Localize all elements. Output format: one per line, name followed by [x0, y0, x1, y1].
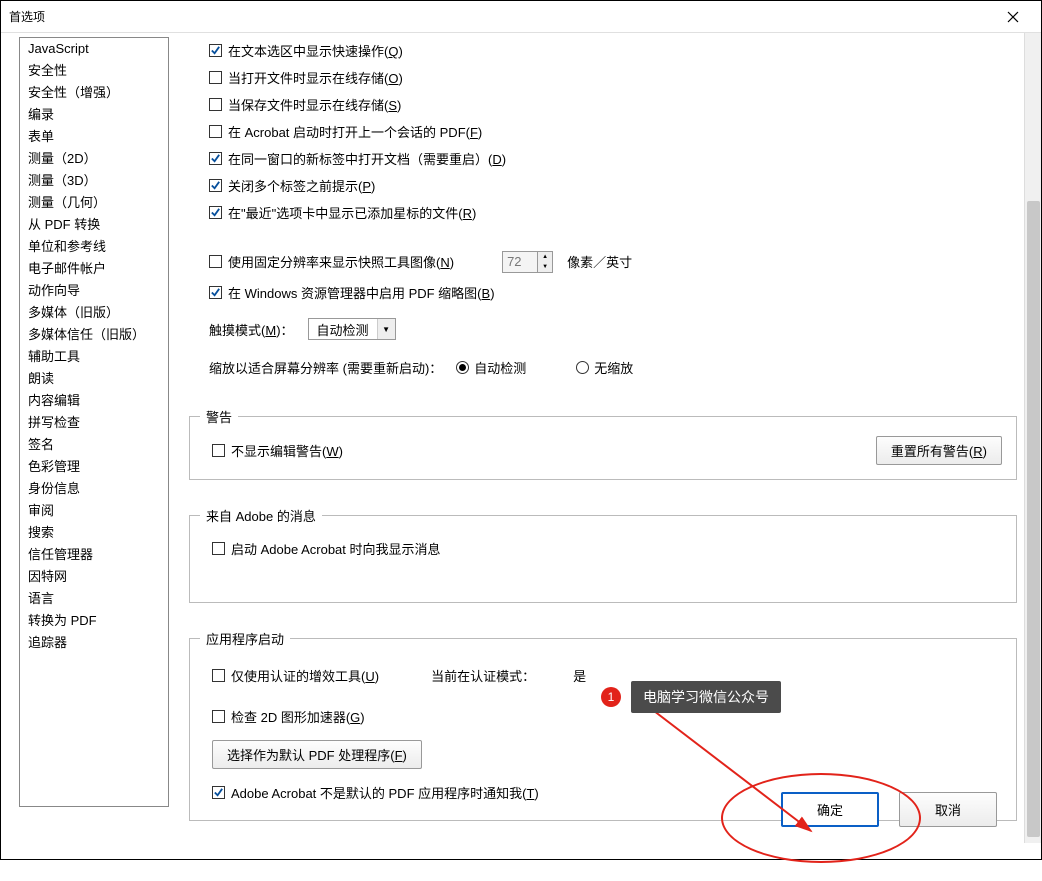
spinner[interactable]: ▲▼ [537, 252, 552, 272]
sidebar-item[interactable]: 编录 [20, 104, 168, 126]
chk-text-selection-quick-actions[interactable]: 在文本选区中显示快速操作(Q) [209, 37, 1017, 64]
checkbox-icon [209, 98, 222, 111]
checkbox-icon [212, 669, 225, 682]
sidebar-item[interactable]: 搜索 [20, 522, 168, 544]
row-zoom-mode: 缩放以适合屏幕分辨率 (需要重新启动)： 自动检测 无缩放 [209, 354, 1017, 381]
chk-show-starred-recent[interactable]: 在"最近"选项卡中显示已添加星标的文件(R) [209, 199, 1017, 226]
window-title: 首选项 [9, 8, 993, 25]
scrollbar[interactable] [1024, 33, 1041, 843]
sidebar-item[interactable]: 测量（2D） [20, 148, 168, 170]
chk-show-adobe-messages[interactable]: 启动 Adobe Acrobat 时向我显示消息 [212, 535, 1002, 562]
sidebar-item[interactable]: 签名 [20, 434, 168, 456]
group-adobe-messages: 来自 Adobe 的消息 启动 Adobe Acrobat 时向我显示消息 [189, 506, 1017, 603]
checkbox-icon [209, 206, 222, 219]
sidebar-item[interactable]: 辅助工具 [20, 346, 168, 368]
sidebar-item[interactable]: 多媒体（旧版） [20, 302, 168, 324]
sidebar-item[interactable]: 因特网 [20, 566, 168, 588]
sidebar-item[interactable]: 色彩管理 [20, 456, 168, 478]
radio-auto-detect[interactable]: 自动检测 [456, 358, 526, 377]
sidebar-item[interactable]: 安全性 [20, 60, 168, 82]
auth-mode-value: 是 [573, 666, 586, 685]
sidebar-item[interactable]: 动作向导 [20, 280, 168, 302]
row-fixed-resolution: 使用固定分辨率来显示快照工具图像(N) ▲▼ 像素／英寸 [209, 244, 1017, 279]
sidebar-item[interactable]: 表单 [20, 126, 168, 148]
legend-adobe-messages: 来自 Adobe 的消息 [200, 506, 322, 525]
sidebar-item[interactable]: 朗读 [20, 368, 168, 390]
resolution-field[interactable] [503, 254, 537, 269]
checkbox-icon [212, 444, 225, 457]
row-touch-mode: 触摸模式(M)： 自动检测 ▼ [209, 314, 1017, 344]
checkbox-icon [209, 125, 222, 138]
resolution-unit: 像素／英寸 [567, 252, 632, 271]
checkbox-icon [209, 179, 222, 192]
scrollbar-thumb[interactable] [1027, 201, 1040, 837]
sidebar-item[interactable]: 电子邮件帐户 [20, 258, 168, 280]
close-button[interactable] [993, 2, 1033, 32]
touch-mode-value: 自动检测 [309, 320, 377, 339]
chk-open-online-storage[interactable]: 当打开文件时显示在线存储(O) [209, 64, 1017, 91]
sidebar-item[interactable]: 审阅 [20, 500, 168, 522]
sidebar-item[interactable]: 从 PDF 转换 [20, 214, 168, 236]
chk-prompt-close-tabs[interactable]: 关闭多个标签之前提示(P) [209, 172, 1017, 199]
chevron-down-icon: ▼ [377, 319, 395, 339]
checkbox-icon [212, 710, 225, 723]
ok-button[interactable]: 确定 [781, 792, 879, 827]
checkbox-icon [212, 542, 225, 555]
checkbox-icon [209, 71, 222, 84]
checkbox-icon [209, 44, 222, 57]
sidebar-item[interactable]: JavaScript [20, 38, 168, 60]
sidebar-item[interactable]: 转换为 PDF [20, 610, 168, 632]
sidebar-item[interactable]: 多媒体信任（旧版） [20, 324, 168, 346]
chk-hide-edit-warning[interactable]: 不显示编辑警告(W) [212, 437, 343, 464]
touch-mode-select[interactable]: 自动检测 ▼ [308, 318, 396, 340]
sidebar-item[interactable]: 拼写检查 [20, 412, 168, 434]
sidebar[interactable]: JavaScript安全性安全性（增强）编录表单测量（2D）测量（3D）测量（几… [19, 37, 169, 807]
sidebar-item[interactable]: 信任管理器 [20, 544, 168, 566]
radio-no-zoom[interactable]: 无缩放 [576, 358, 633, 377]
radio-icon [456, 361, 469, 374]
footer-buttons: 确定 取消 [781, 792, 997, 827]
body: JavaScript安全性安全性（增强）编录表单测量（2D）测量（3D）测量（几… [1, 33, 1041, 859]
reset-warnings-button[interactable]: 重置所有警告(R) [876, 436, 1002, 465]
annotation: 1 电脑学习微信公众号 [601, 681, 781, 713]
chk-reopen-last-session[interactable]: 在 Acrobat 启动时打开上一个会话的 PDF(F) [209, 118, 1017, 145]
checkbox-icon [212, 786, 225, 799]
legend-app-startup: 应用程序启动 [200, 629, 290, 648]
touch-label: 触摸模式(M)： [209, 320, 294, 339]
spin-up-icon[interactable]: ▲ [538, 252, 552, 262]
group-warning: 警告 不显示编辑警告(W) 重置所有警告(R) [189, 407, 1017, 480]
zoom-label: 缩放以适合屏幕分辨率 (需要重新启动)： [209, 358, 442, 377]
radio-icon [576, 361, 589, 374]
checkbox-icon [209, 286, 222, 299]
annotation-number-icon: 1 [601, 687, 621, 707]
sidebar-item[interactable]: 测量（几何） [20, 192, 168, 214]
chk-save-online-storage[interactable]: 当保存文件时显示在线存储(S) [209, 91, 1017, 118]
sidebar-item[interactable]: 语言 [20, 588, 168, 610]
checkbox-icon [209, 255, 222, 268]
chk-open-in-tabs[interactable]: 在同一窗口的新标签中打开文档（需要重启）(D) [209, 145, 1017, 172]
chk-fixed-resolution[interactable]: 使用固定分辨率来显示快照工具图像(N) [209, 248, 454, 275]
cancel-button[interactable]: 取消 [899, 792, 997, 827]
legend-warning: 警告 [200, 407, 238, 426]
sidebar-item[interactable]: 单位和参考线 [20, 236, 168, 258]
checkbox-icon [209, 152, 222, 165]
set-default-pdf-handler-button[interactable]: 选择作为默认 PDF 处理程序(F) [212, 740, 422, 769]
chk-enable-thumbnails[interactable]: 在 Windows 资源管理器中启用 PDF 缩略图(B) [209, 279, 1017, 306]
sidebar-item[interactable]: 身份信息 [20, 478, 168, 500]
auth-mode-label: 当前在认证模式： [431, 666, 535, 685]
resolution-input[interactable]: ▲▼ [502, 251, 553, 273]
close-icon [1007, 11, 1019, 23]
spin-down-icon[interactable]: ▼ [538, 262, 552, 272]
chk-certified-plugins-only[interactable]: 仅使用认证的增效工具(U) [212, 662, 379, 689]
sidebar-item[interactable]: 测量（3D） [20, 170, 168, 192]
annotation-label: 电脑学习微信公众号 [631, 681, 781, 713]
sidebar-item[interactable]: 内容编辑 [20, 390, 168, 412]
sidebar-item[interactable]: 追踪器 [20, 632, 168, 654]
titlebar: 首选项 [1, 1, 1041, 33]
preferences-window: 首选项 JavaScript安全性安全性（增强）编录表单测量（2D）测量（3D）… [0, 0, 1042, 860]
sidebar-item[interactable]: 安全性（增强） [20, 82, 168, 104]
